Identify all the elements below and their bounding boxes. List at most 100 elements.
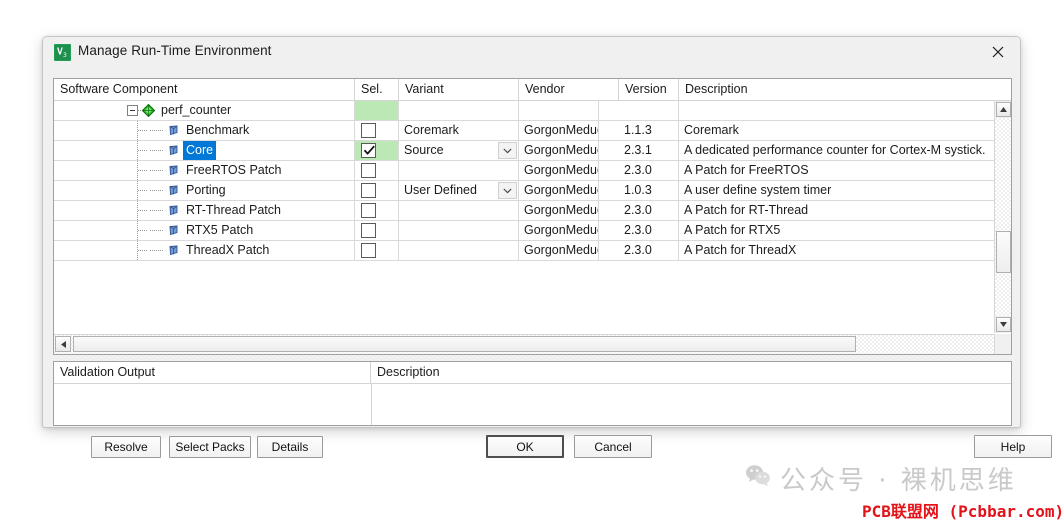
select-checkbox[interactable] [361, 163, 376, 178]
cell-sel[interactable] [355, 241, 399, 260]
cell-sel[interactable] [355, 221, 399, 240]
column-header-sel[interactable]: Sel. [355, 79, 399, 100]
cell-version[interactable] [619, 101, 679, 120]
cell-vendor[interactable]: GorgonMeducer [519, 141, 599, 160]
cell-variant[interactable]: Source [399, 141, 519, 160]
cell-description[interactable]: A dedicated performance counter for Cort… [679, 141, 1011, 160]
table-row[interactable]: RTX5 Patch GorgonMeducer 2.3.0A Patch for … [54, 221, 1011, 241]
cell-version[interactable]: 2.3.1 [619, 141, 679, 160]
table-row[interactable]: FreeRTOS Patch GorgonMeducer 2.3.0A Patch … [54, 161, 1011, 181]
tree-guide-branch-2 [150, 210, 164, 211]
cell-description[interactable]: A user define system timer [679, 181, 1011, 200]
details-button[interactable]: Details [257, 436, 323, 458]
table-vertical-scrollbar[interactable] [994, 101, 1011, 333]
cell-variant[interactable] [399, 241, 519, 260]
cell-description[interactable]: Coremark [679, 121, 1011, 140]
column-header-validation-description[interactable]: Description [371, 362, 1011, 383]
column-header-description[interactable]: Description [679, 79, 1011, 100]
scroll-up-icon[interactable] [996, 102, 1011, 117]
column-header-version[interactable]: Version [619, 79, 679, 100]
cell-version[interactable]: 2.3.0 [619, 221, 679, 240]
cell-software-component[interactable]: Core [54, 141, 355, 160]
cell-variant[interactable] [399, 101, 519, 120]
select-checkbox[interactable] [361, 203, 376, 218]
cell-version[interactable]: 2.3.0 [619, 201, 679, 220]
table-row[interactable]: Core SourceGorgonMeducer 2.3.1A dedicated … [54, 141, 1011, 161]
cell-vendor[interactable]: GorgonMeducer [519, 121, 599, 140]
cell-description[interactable]: A Patch for ThreadX [679, 241, 1011, 260]
table-horizontal-scrollbar[interactable] [54, 334, 1011, 354]
select-checkbox[interactable] [361, 123, 376, 138]
cell-vendor[interactable]: GorgonMeducer [519, 161, 599, 180]
component-name[interactable]: perf_counter [158, 101, 234, 120]
select-packs-button[interactable]: Select Packs [169, 436, 251, 458]
component-name[interactable]: RT-Thread Patch [183, 201, 284, 220]
component-name[interactable]: RTX5 Patch [183, 221, 256, 240]
cell-software-component[interactable]: Benchmark [54, 121, 355, 140]
cell-description[interactable]: A Patch for RTX5 [679, 221, 1011, 240]
cell-description[interactable]: A Patch for FreeRTOS [679, 161, 1011, 180]
column-header-validation-output[interactable]: Validation Output [54, 362, 371, 383]
cell-version[interactable]: 2.3.0 [619, 161, 679, 180]
vscrollbar-thumb[interactable] [996, 231, 1011, 273]
software-components-table[interactable]: Software Component Sel. Variant Vendor V… [53, 78, 1012, 355]
cell-software-component[interactable]: ThreadX Patch [54, 241, 355, 260]
cell-variant[interactable]: Coremark [399, 121, 519, 140]
close-icon[interactable] [975, 37, 1020, 67]
cell-software-component[interactable]: perf_counter [54, 101, 355, 120]
cell-software-component[interactable]: RTX5 Patch [54, 221, 355, 240]
cell-vendor[interactable]: GorgonMeducer [519, 201, 599, 220]
cell-description[interactable] [679, 101, 1011, 120]
cell-sel[interactable] [355, 121, 399, 140]
component-name[interactable]: FreeRTOS Patch [183, 161, 284, 180]
cell-sel[interactable] [355, 141, 399, 160]
cell-description[interactable]: A Patch for RT-Thread [679, 201, 1011, 220]
scroll-left-icon[interactable] [55, 336, 71, 352]
component-name[interactable]: ThreadX Patch [183, 241, 272, 260]
cell-version[interactable]: 1.0.3 [619, 181, 679, 200]
cell-variant[interactable] [399, 221, 519, 240]
select-checkbox[interactable] [361, 183, 376, 198]
cell-vendor[interactable]: GorgonMeducer [519, 181, 599, 200]
column-header-vendor[interactable]: Vendor [519, 79, 619, 100]
cell-variant[interactable] [399, 201, 519, 220]
table-row[interactable]: BenchmarkCoremarkGorgonMeducer1.1.3Corem… [54, 121, 1011, 141]
select-checkbox[interactable] [361, 223, 376, 238]
validation-output-panel[interactable]: Validation Output Description [53, 361, 1012, 426]
component-name[interactable]: Core [183, 141, 217, 160]
chevron-down-icon[interactable] [498, 182, 517, 199]
resolve-button[interactable]: Resolve [91, 436, 161, 458]
component-name[interactable]: Benchmark [183, 121, 252, 140]
table-row[interactable]: Porting User DefinedGorgonMeducer 1.0.3A u… [54, 181, 1011, 201]
table-row[interactable]: perf_counter [54, 101, 1011, 121]
column-header-software-component[interactable]: Software Component [54, 79, 355, 100]
cell-sel[interactable] [355, 201, 399, 220]
hscrollbar-thumb[interactable] [73, 336, 856, 352]
select-checkbox[interactable] [361, 143, 376, 158]
cell-variant[interactable] [399, 161, 519, 180]
cancel-button[interactable]: Cancel [574, 435, 652, 458]
cell-sel[interactable] [355, 181, 399, 200]
cell-software-component[interactable]: FreeRTOS Patch [54, 161, 355, 180]
cell-variant[interactable]: User Defined [399, 181, 519, 200]
column-header-variant[interactable]: Variant [399, 79, 519, 100]
ok-button[interactable]: OK [486, 435, 564, 458]
cell-version[interactable]: 2.3.0 [619, 241, 679, 260]
cell-sel[interactable] [355, 101, 399, 120]
cell-software-component[interactable]: Porting [54, 181, 355, 200]
component-name[interactable]: Porting [183, 181, 229, 200]
scroll-down-icon[interactable] [996, 317, 1011, 332]
cell-sel[interactable] [355, 161, 399, 180]
table-row[interactable]: ThreadX Patch GorgonMeducer 2.3.0A Patch f… [54, 241, 1011, 261]
table-row[interactable]: RT-Thread Patch GorgonMeducer 2.3.0A Patch… [54, 201, 1011, 221]
help-button[interactable]: Help [974, 435, 1052, 458]
cell-vendor[interactable] [519, 101, 599, 120]
chevron-down-icon[interactable] [498, 142, 517, 159]
cell-version[interactable]: 1.1.3 [619, 121, 679, 140]
select-checkbox[interactable] [361, 243, 376, 258]
cell-software-component[interactable]: RT-Thread Patch [54, 201, 355, 220]
cell-vendor[interactable]: GorgonMeducer [519, 221, 599, 240]
vscrollbar-track[interactable] [995, 118, 1011, 316]
collapse-box-icon[interactable] [127, 105, 138, 116]
cell-vendor[interactable]: GorgonMeducer [519, 241, 599, 260]
